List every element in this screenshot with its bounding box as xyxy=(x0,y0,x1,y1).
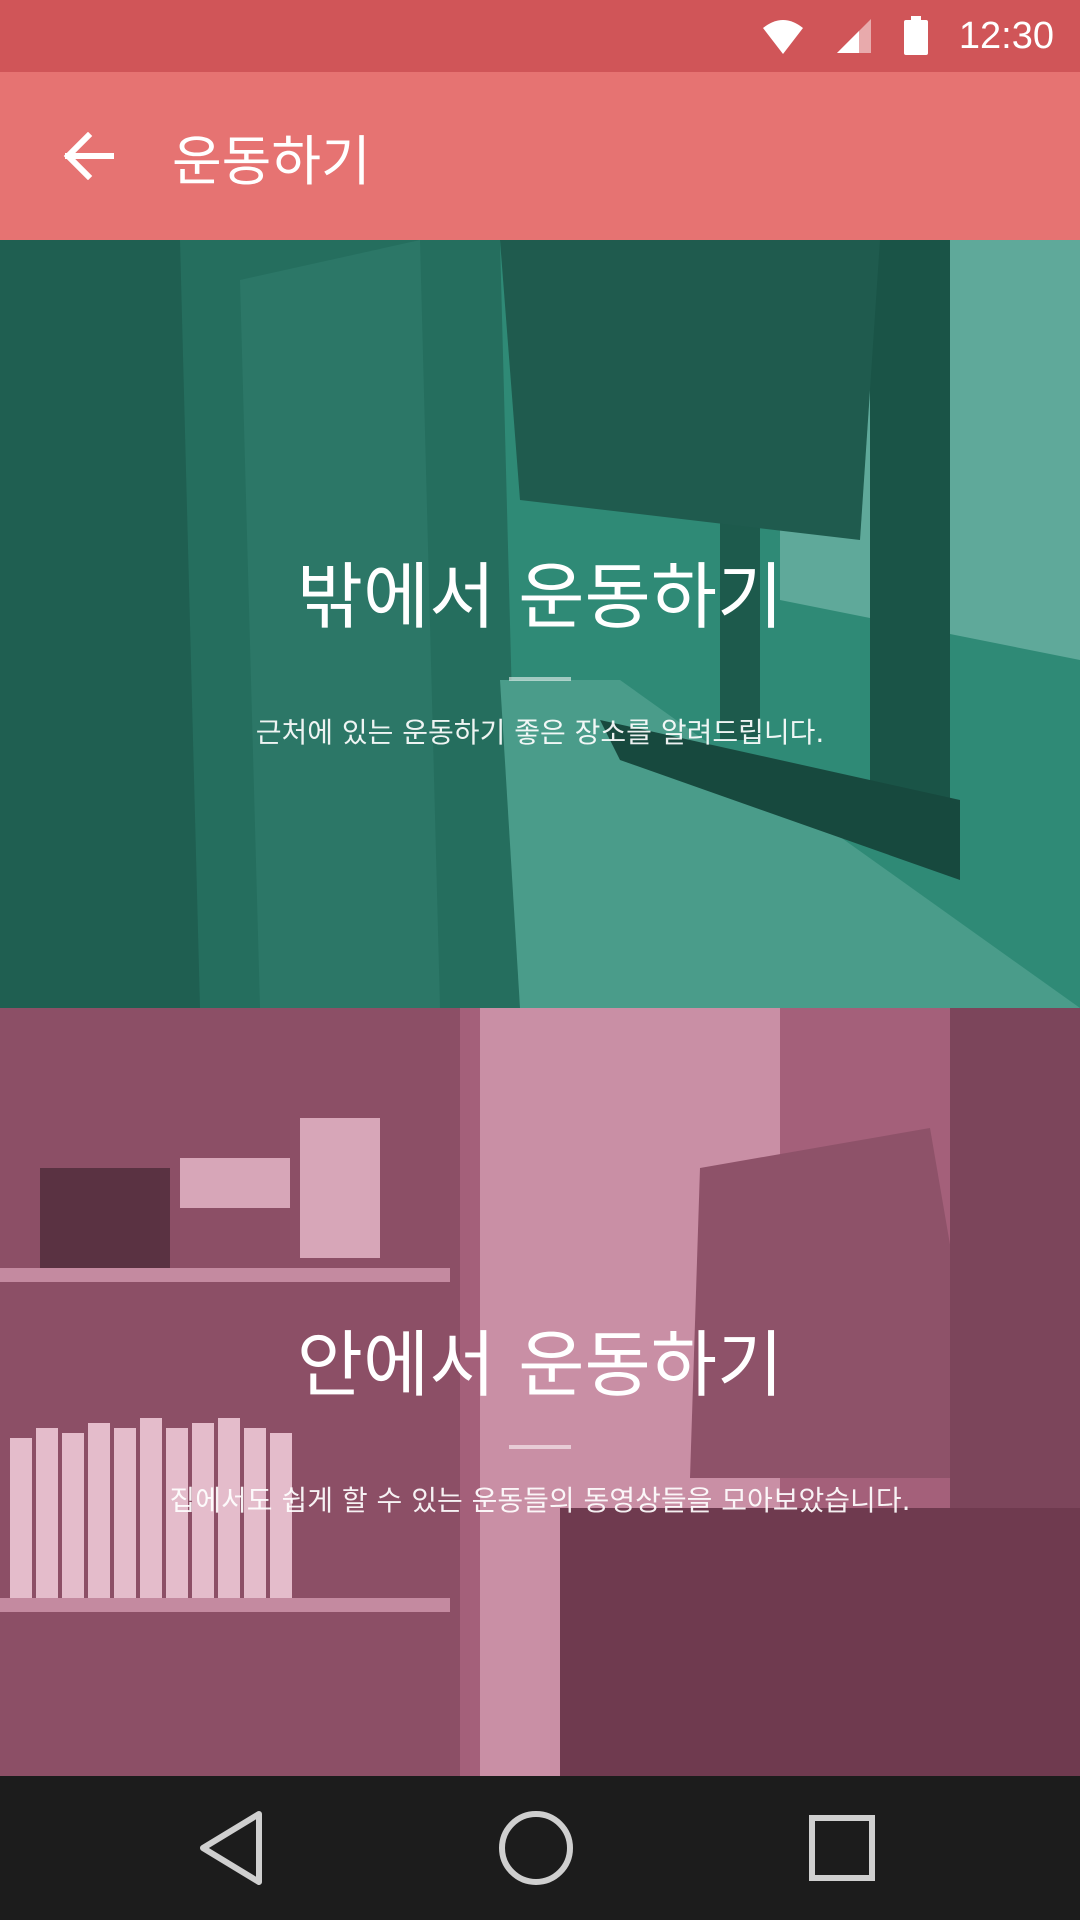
nav-back-button[interactable] xyxy=(182,1798,282,1898)
back-button[interactable] xyxy=(40,108,136,204)
outdoor-card-content: 밖에서 운동하기 근처에 있는 운동하기 좋은 장소를 알려드립니다. xyxy=(0,240,1080,1008)
outdoor-exercise-card[interactable]: 밖에서 운동하기 근처에 있는 운동하기 좋은 장소를 알려드립니다. xyxy=(0,240,1080,1008)
outdoor-card-title: 밖에서 운동하기 xyxy=(296,554,784,639)
status-bar: 12:30 xyxy=(0,0,1080,72)
outdoor-card-divider xyxy=(509,676,571,681)
indoor-card-title: 안에서 운동하기 xyxy=(296,1322,784,1407)
indoor-exercise-card[interactable]: 안에서 운동하기 집에서도 쉽게 할 수 있는 운동들의 동영상들을 모아보았습… xyxy=(0,1008,1080,1776)
wifi-icon xyxy=(762,20,803,54)
status-time: 12:30 xyxy=(958,14,1054,57)
system-nav-bar xyxy=(0,1776,1080,1920)
nav-recents-button[interactable] xyxy=(792,1798,892,1898)
page-title: 운동하기 xyxy=(172,129,371,193)
arrow-back-icon xyxy=(63,132,114,180)
back-triangle-icon xyxy=(200,1811,262,1885)
indoor-card-subtitle: 집에서도 쉽게 할 수 있는 운동들의 동영상들을 모아보았습니다. xyxy=(169,1483,911,1517)
outdoor-card-subtitle: 근처에 있는 운동하기 좋은 장소를 알려드립니다. xyxy=(255,715,825,749)
recents-square-icon xyxy=(809,1815,875,1881)
app-bar: 운동하기 xyxy=(0,72,1080,240)
signal-icon xyxy=(836,19,871,53)
indoor-card-divider xyxy=(509,1444,571,1449)
status-icons: 12:30 xyxy=(761,0,1054,72)
battery-icon xyxy=(903,16,928,55)
home-circle-icon xyxy=(499,1811,573,1885)
indoor-card-content: 안에서 운동하기 집에서도 쉽게 할 수 있는 운동들의 동영상들을 모아보았습… xyxy=(0,1008,1080,1776)
nav-home-button[interactable] xyxy=(486,1798,586,1898)
